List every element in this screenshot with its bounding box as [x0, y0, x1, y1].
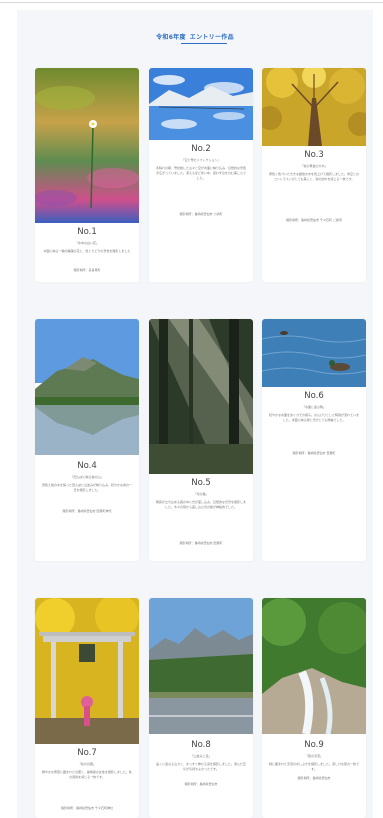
entry-subtitle-5: 「光の森」 — [193, 492, 209, 496]
entry-description-3: 黄色く色づいた大きな銀杏の木を見上げて撮影しました。青空とのコントラストがとても… — [269, 172, 359, 181]
entry-subtitle-4: 「田んぼに映る春の山」 — [70, 475, 104, 479]
heading-title: エントリー作品 — [189, 34, 234, 41]
entry-card-4[interactable]: No.4 「田んぼに映る春の山」 田植え前の水を張った田んぼに山並みが映り込み、… — [35, 319, 139, 561]
entry-number-7: No.7 — [77, 748, 97, 758]
entry-subtitle-9: 「夏の渓流」 — [304, 754, 323, 758]
entry-subtitle-6: 「水面に遊ぶ鴨」 — [301, 405, 326, 409]
section-heading: 令和6年度 エントリー作品 — [17, 32, 373, 41]
entry-subtitle-7: 「秋の鳥居」 — [77, 762, 96, 766]
entry-number-4: No.4 — [77, 461, 97, 471]
entry-description-4: 田植え前の水を張った田んぼに山並みが映り込み、穏やかな春の一日を撮影しました。 — [42, 483, 133, 492]
entry-number-8: No.8 — [191, 740, 211, 750]
entry-number-9: No.9 — [304, 740, 324, 750]
entry-photo-5[interactable] — [149, 319, 253, 474]
entry-location-9: 撮影場所：長崎県雲仙市 — [297, 776, 331, 780]
entry-photo-8[interactable] — [149, 598, 253, 734]
entry-photo-1[interactable] — [35, 68, 139, 223]
entry-location-5: 撮影場所：長崎県雲仙市 国見町 — [179, 541, 223, 545]
entry-card-9[interactable]: No.9 「夏の渓流」 緑に囲まれた渓流の水しぶきを撮影しました。涼しげな夏の一… — [262, 598, 366, 818]
entry-photo-4[interactable] — [35, 319, 139, 455]
entry-location-4: 撮影場所：長崎県雲仙市 国見町神代 — [62, 509, 112, 513]
entry-location-7: 撮影場所：長崎県雲仙市 千々石町神社 — [61, 806, 113, 810]
entry-card-3[interactable]: No.3 「秋の黄金の大木」 黄色く色づいた大きな銀杏の木を見上げて撮影しました… — [262, 68, 366, 282]
entry-location-8: 撮影場所：長崎県雲仙市 — [184, 782, 218, 786]
entry-description-8: 遠くに連なる山々と、まっすぐ伸びる道を撮影しました。澄んだ空気が気持ちよかったで… — [156, 762, 246, 771]
entry-card-7[interactable]: No.7 「秋の鳥居」 鮮やかな黄葉に囲まれた鳥居と、着物姿の女性を撮影しました… — [35, 598, 139, 818]
top-divider — [0, 2, 383, 3]
entry-subtitle-3: 「秋の黄金の大木」 — [300, 164, 328, 168]
entry-photo-9[interactable] — [262, 598, 366, 734]
entry-card-5[interactable]: No.5 「光の森」 朝霧が立ち込める森の中に光が差し込み、幻想的な光景を撮影し… — [149, 319, 253, 561]
heading-year: 令和6年度 — [156, 34, 186, 41]
entry-card-6[interactable]: No.6 「水面に遊ぶ鴨」 穏やかな水面を泳ぐカモの親子。のんびりとした時間が流… — [262, 319, 366, 561]
entry-card-2[interactable]: No.2 「空と雪のリフレクション」 冬晴れの朝、雪化粧した山々と空が水面に映り… — [149, 68, 253, 282]
entry-photo-2[interactable] — [149, 68, 253, 140]
entry-number-2: No.2 — [191, 144, 211, 154]
entry-description-9: 緑に囲まれた渓流の水しぶきを撮影しました。涼しげな夏の一枚です。 — [269, 762, 360, 771]
heading-underline — [181, 43, 227, 44]
entry-subtitle-8: 「山並みと道」 — [190, 754, 212, 758]
entry-description-5: 朝霧が立ち込める森の中に光が差し込み、幻想的な光景を撮影しました。木々の間から差… — [156, 500, 247, 509]
entry-number-5: No.5 — [191, 478, 211, 488]
entry-description-7: 鮮やかな黄葉に囲まれた鳥居と、着物姿の女性を撮影しました。秋の風情を感じる一枚で… — [42, 770, 132, 779]
entry-subtitle-2: 「空と雪のリフレクション」 — [181, 158, 221, 162]
entry-location-3: 撮影場所：長崎県雲仙市 千々石町 ご飯寺 — [286, 218, 342, 222]
entry-number-3: No.3 — [304, 150, 324, 160]
entry-description-6: 穏やかな水面を泳ぐカモの親子。のんびりとした時間が流れていました。水面に映る緑と… — [269, 413, 359, 422]
entry-card-8[interactable]: No.8 「山並みと道」 遠くに連なる山々と、まっすぐ伸びる道を撮影しました。澄… — [149, 598, 253, 818]
entry-number-6: No.6 — [304, 391, 324, 401]
entry-location-1: 撮影場所：多良見町 — [73, 268, 101, 272]
entry-photo-7[interactable] — [35, 598, 139, 744]
entry-photo-3[interactable] — [262, 68, 366, 146]
entry-card-1[interactable]: No.1 「水中の白い花」 水面に映る一輪の睡蓮の花と、色とりどりの景色を撮影し… — [35, 68, 139, 282]
entry-description-2: 冬晴れの朝、雪化粧した山々と空が水面に映り込み、幻想的な景色が広がっていました。… — [156, 166, 247, 180]
entry-description-1: 水面に映る一輪の睡蓮の花と、色とりどりの景色を撮影しました — [43, 249, 131, 253]
entry-location-2: 撮影場所：長崎県雲仙市 小浜町 — [179, 212, 223, 216]
entry-number-1: No.1 — [77, 227, 97, 237]
entry-location-6: 撮影場所：長崎県雲仙市 吾妻町 — [292, 451, 336, 455]
entry-subtitle-1: 「水中の白い花」 — [74, 241, 99, 245]
entry-photo-6[interactable] — [262, 319, 366, 387]
